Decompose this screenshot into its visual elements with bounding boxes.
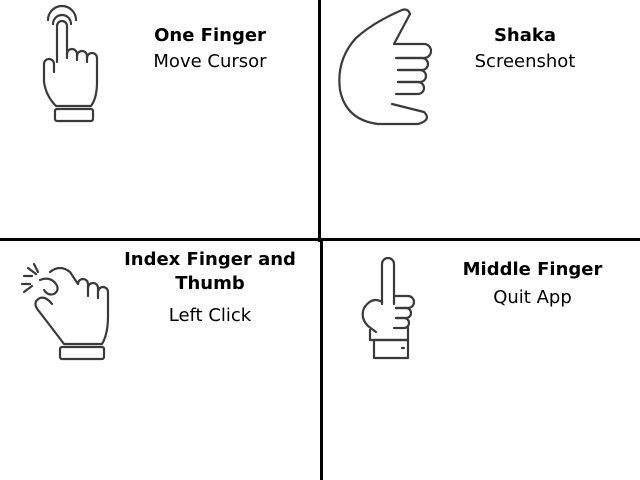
pinch-hand-icon xyxy=(20,258,120,368)
gesture-action: Move Cursor xyxy=(153,51,267,72)
middle-finger-hand-icon xyxy=(356,256,426,366)
gesture-name: Middle Finger xyxy=(462,259,603,280)
gesture-action: Quit App xyxy=(493,287,572,308)
gesture-label: Shaka Screenshot xyxy=(445,24,605,74)
pointing-finger-tap-icon xyxy=(36,4,116,127)
gesture-label: One Finger Move Cursor xyxy=(130,24,290,74)
gesture-name: Shaka xyxy=(493,25,557,46)
vertical-divider-bottom xyxy=(320,240,323,480)
horizontal-divider xyxy=(0,238,640,241)
gesture-action: Left Click xyxy=(168,305,252,326)
gesture-action: Screenshot xyxy=(474,51,576,72)
gesture-name: Index Finger and Thumb xyxy=(124,249,296,294)
vertical-divider-top xyxy=(318,0,321,242)
gesture-label: Middle Finger Quit App xyxy=(450,258,615,310)
shaka-hand-icon xyxy=(334,8,444,130)
gesture-label: Index Finger and Thumb Left Click xyxy=(110,248,310,328)
gesture-name: One Finger xyxy=(154,25,266,46)
